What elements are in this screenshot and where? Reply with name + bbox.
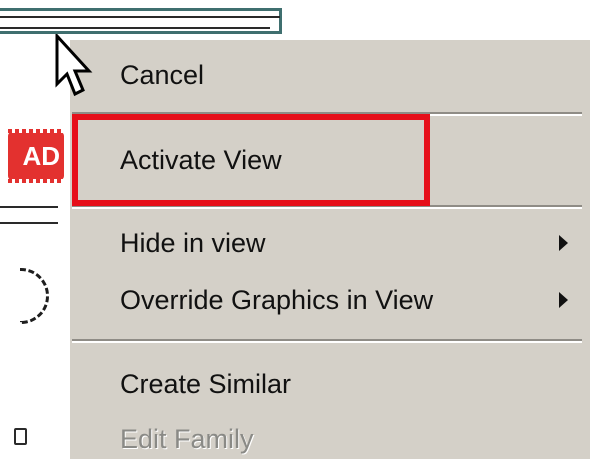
canvas-line [0, 16, 280, 18]
menu-item-label: Cancel [120, 59, 205, 90]
menu-item-cancel[interactable]: Cancel [70, 48, 590, 102]
canvas-top-strip [0, 0, 285, 38]
menu-item-label: Override Graphics in View [120, 284, 434, 315]
element-tag[interactable]: AD [8, 129, 64, 183]
menu-item-hide-in-view[interactable]: Hide in view [70, 216, 590, 270]
canvas-line [0, 206, 58, 208]
menu-item-label: Create Similar [120, 368, 292, 399]
canvas-line [0, 27, 270, 29]
menu-item-override-graphics[interactable]: Override Graphics in View [70, 273, 590, 327]
submenu-arrow-icon [559, 235, 568, 251]
menu-separator [72, 339, 582, 343]
red-highlight-box [72, 114, 430, 206]
submenu-arrow-icon [559, 292, 568, 308]
mouse-cursor-icon [55, 34, 93, 97]
menu-item-create-similar[interactable]: Create Similar [70, 357, 590, 411]
small-element[interactable] [14, 428, 27, 445]
menu-item-label: Hide in view [120, 227, 266, 258]
menu-item-label: Edit Family [120, 423, 254, 454]
canvas-line [0, 222, 58, 224]
viewport-frame [0, 8, 282, 34]
menu-item-edit-family: Edit Family [70, 412, 590, 466]
context-menu: Cancel Activate View Hide in view Overri… [68, 38, 590, 459]
